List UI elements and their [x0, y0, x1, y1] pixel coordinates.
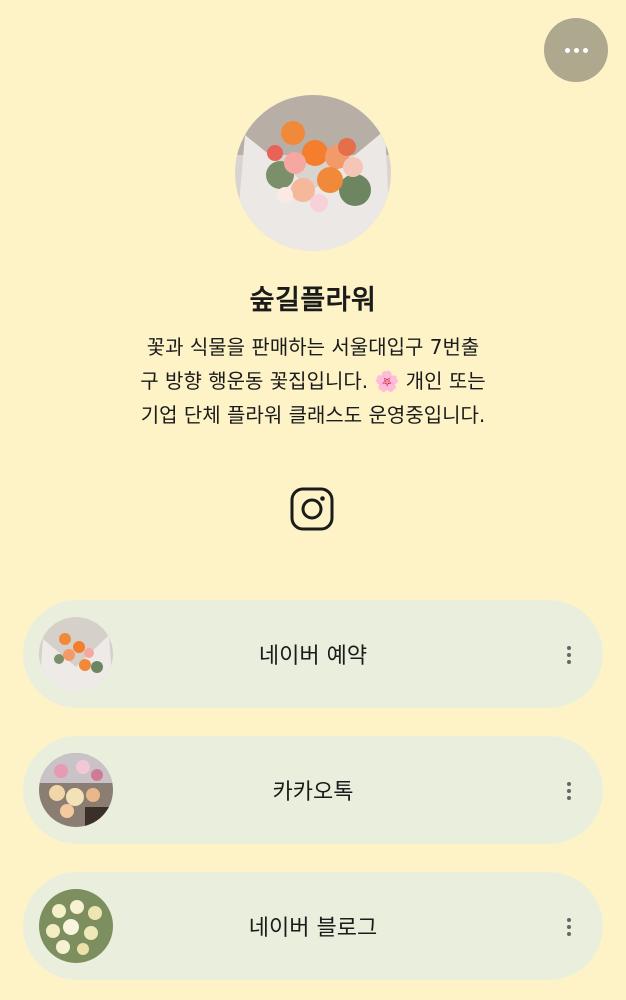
profile-name: 숲길플라워	[249, 285, 377, 316]
ellipsis-dot	[573, 47, 579, 53]
profile-bio: 꽃과 식물을 판매하는 서울대입구 7번출 구 방향 행운동 꽃집입니다. 🌸 …	[100, 330, 526, 432]
more-options-button[interactable]	[544, 18, 608, 82]
ellipsis-icon	[564, 47, 570, 53]
link-label: 카카오톡	[272, 780, 354, 805]
kebab-menu-icon[interactable]	[565, 916, 573, 938]
ellipsis-dot	[582, 47, 588, 53]
bio-line: 구 방향 행운동 꽃집입니다. 🌸 개인 또는	[140, 369, 486, 393]
bio-line: 기업 단체 플라워 클래스도 운영중입니다.	[140, 403, 486, 427]
link-naver-booking[interactable]: 네이버 예약	[23, 600, 603, 708]
roses-thumbnail	[39, 889, 113, 963]
link-naver-blog[interactable]: 네이버 블로그	[23, 872, 603, 980]
instagram-icon[interactable]	[290, 487, 334, 531]
bio-line: 꽃과 식물을 판매하는 서울대입구 7번출	[146, 335, 480, 359]
link-kakaotalk[interactable]: 카카오톡	[23, 736, 603, 844]
link-label: 네이버 예약	[258, 644, 368, 669]
bouquet-thumbnail	[39, 617, 113, 691]
profile-avatar	[235, 95, 391, 251]
flower-shop-thumbnail	[39, 753, 113, 827]
link-label: 네이버 블로그	[248, 916, 378, 941]
kebab-menu-icon[interactable]	[565, 644, 573, 666]
kebab-menu-icon[interactable]	[565, 780, 573, 802]
